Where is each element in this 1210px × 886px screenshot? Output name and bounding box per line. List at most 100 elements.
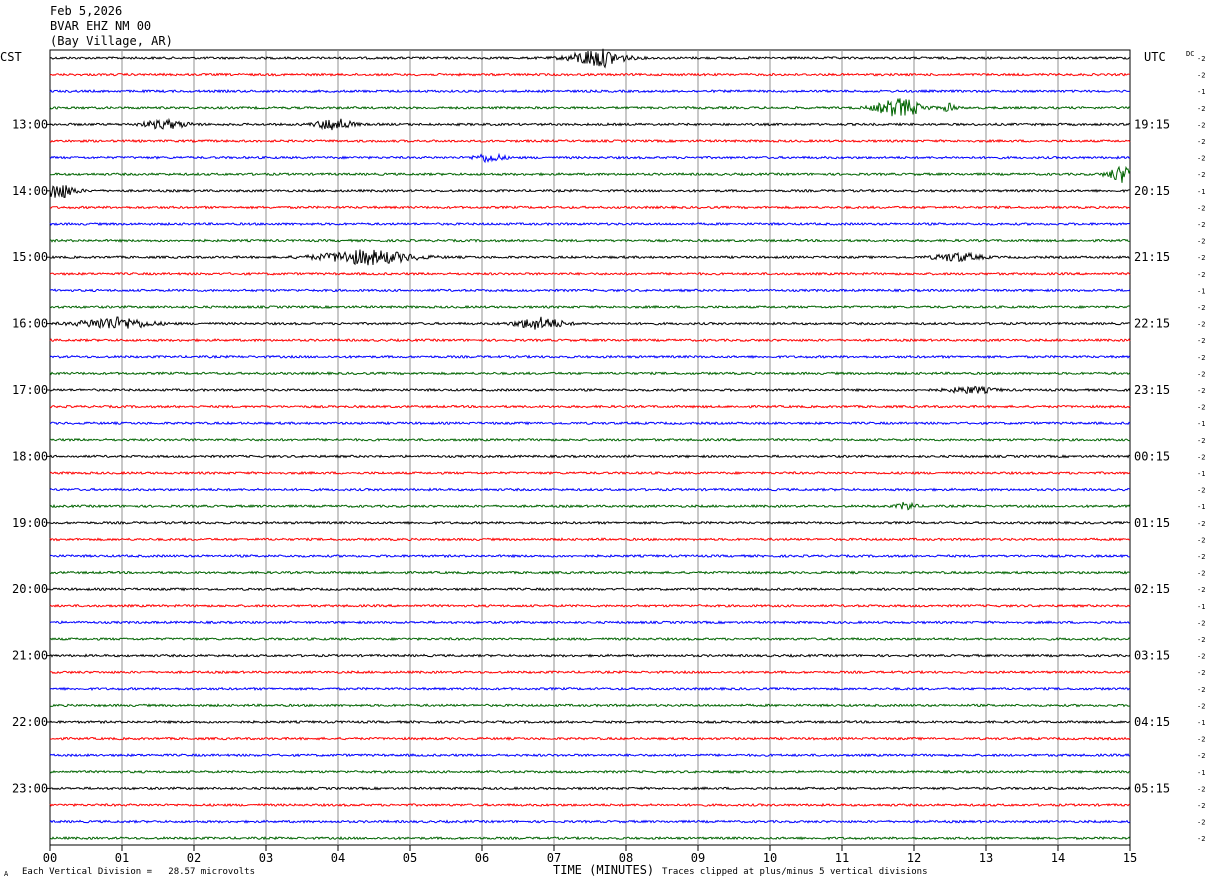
left-hour-label: 16:00 (12, 317, 48, 331)
dc-offset-label: -2 (1197, 337, 1205, 345)
x-tick-label: 03 (259, 851, 273, 865)
corner-mark: A (4, 870, 9, 878)
trace-line (49, 769, 1131, 774)
scale-note: Each Vertical Division = 28.57 microvolt… (22, 867, 255, 877)
x-tick-label: 10 (763, 851, 777, 865)
trace-line (49, 487, 1131, 492)
x-tick-label: 06 (475, 851, 489, 865)
plot-frame (49, 49, 1131, 846)
left-hour-label: 22:00 (12, 715, 48, 729)
x-tick-label: 05 (403, 851, 417, 865)
trace-line (49, 454, 1131, 459)
trace-line (49, 249, 1131, 266)
dc-offset-label: -1 (1197, 769, 1205, 777)
left-hour-label: 17:00 (12, 383, 48, 397)
left-hour-label: 14:00 (12, 184, 48, 198)
trace-line (49, 786, 1131, 791)
dc-offset-label: -2 (1197, 802, 1205, 810)
dc-offset-label: -2 (1197, 520, 1205, 528)
dc-offset-label: -1 (1197, 603, 1205, 611)
trace-line (49, 165, 1131, 183)
x-tick-label: 01 (115, 851, 129, 865)
dc-header-label: DC (1186, 50, 1194, 58)
right-hour-label: 21:15 (1134, 250, 1170, 264)
right-hour-label: 23:15 (1134, 383, 1170, 397)
trace-line (49, 736, 1131, 741)
left-hour-label: 18:00 (12, 449, 48, 463)
right-timezone-label: UTC (1144, 50, 1166, 64)
trace-line (49, 520, 1131, 526)
trace-line (49, 802, 1131, 808)
dc-offset-label: -2 (1197, 669, 1205, 677)
x-tick-label: 04 (331, 851, 345, 865)
trace-line (49, 620, 1131, 625)
dc-offset-label: -2 (1197, 636, 1205, 644)
dc-offset-label: -2 (1197, 702, 1205, 710)
trace-line (49, 152, 1131, 164)
trace-line (49, 437, 1131, 442)
trace-line (49, 117, 1131, 131)
seismogram-plot: 00 01 02 03 04 05 06 07 08 09 10 11 12 13 14 15CST UTC DC… (0, 48, 1205, 865)
x-tick-label: 09 (691, 851, 705, 865)
trace-line (49, 288, 1131, 293)
right-hour-label: 01:15 (1134, 516, 1170, 530)
trace-line (49, 304, 1131, 310)
trace-line (49, 238, 1131, 243)
trace-line (49, 404, 1131, 409)
trace-line (49, 354, 1131, 359)
dc-offset-label: -2 (1197, 835, 1205, 843)
x-tick-label: 12 (907, 851, 921, 865)
left-hour-label: 21:00 (12, 649, 48, 663)
trace-line (49, 316, 1131, 330)
dc-offset-label: -1 (1197, 287, 1205, 295)
dc-offset-label: -2 (1197, 254, 1205, 262)
dc-offset-label: -2 (1197, 138, 1205, 146)
trace-line (49, 470, 1131, 476)
trace-line (49, 686, 1131, 692)
dc-offset-label: -2 (1197, 785, 1205, 793)
dc-offset-label: -2 (1197, 121, 1205, 129)
right-hour-label: 04:15 (1134, 715, 1170, 729)
x-tick-label: 11 (835, 851, 849, 865)
dc-offset-label: -2 (1197, 536, 1205, 544)
dc-offset-label: -2 (1197, 105, 1205, 113)
dc-offset-label: -1 (1197, 420, 1205, 428)
trace-line (49, 89, 1130, 94)
left-hour-label: 19:00 (12, 516, 48, 530)
dc-offset-label: -2 (1197, 321, 1205, 329)
dc-offset-label: -2 (1197, 238, 1205, 246)
dc-offset-label: -1 (1197, 503, 1205, 511)
dc-offset-label: -2 (1197, 55, 1205, 63)
right-hour-label: 05:15 (1134, 781, 1170, 795)
trace-line (49, 537, 1131, 542)
x-tick-label: 02 (187, 851, 201, 865)
trace-line (49, 371, 1131, 376)
x-tick-label: 14 (1051, 851, 1065, 865)
right-hour-label: 20:15 (1134, 184, 1170, 198)
trace-line (49, 221, 1131, 227)
dc-offset-label: -2 (1197, 653, 1205, 661)
dc-offset-label: -2 (1197, 586, 1205, 594)
dc-offset-label: -2 (1197, 437, 1205, 445)
dc-offset-label: -2 (1197, 370, 1205, 378)
right-hour-label: 03:15 (1134, 649, 1170, 663)
trace-line (49, 72, 1131, 77)
dc-offset-label: -2 (1197, 487, 1205, 495)
trace-line (49, 753, 1131, 758)
trace-line (49, 587, 1131, 592)
trace-line (49, 636, 1131, 642)
clip-note: Traces clipped at plus/minus 5 vertical … (662, 867, 928, 877)
trace-line (49, 703, 1131, 708)
trace-line (49, 603, 1131, 608)
right-hour-label: 19:15 (1134, 117, 1170, 131)
trace-line (49, 653, 1131, 658)
left-hour-label: 13:00 (12, 117, 48, 131)
dc-offset-label: -2 (1197, 354, 1205, 362)
trace-line (49, 185, 1130, 198)
dc-offset-label: -2 (1197, 271, 1205, 279)
trace-line (49, 385, 1131, 395)
dc-offset-label: -2 (1197, 619, 1205, 627)
left-hour-label: 20:00 (12, 582, 48, 596)
dc-offset-label: -1 (1197, 88, 1205, 96)
dc-offset-label: -2 (1197, 570, 1205, 578)
